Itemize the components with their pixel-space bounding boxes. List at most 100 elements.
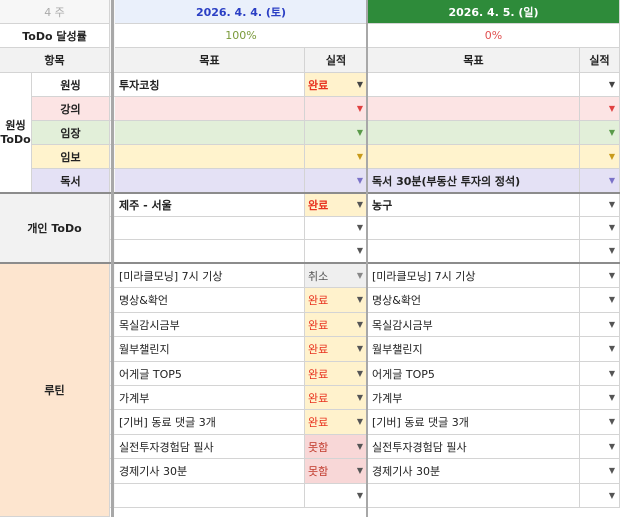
goal-cell[interactable]: 목실감시금부 bbox=[368, 313, 580, 337]
goal-cell[interactable]: 월부챌린지 bbox=[368, 337, 580, 362]
goal-cell[interactable] bbox=[115, 97, 305, 121]
dropdown-arrow-icon[interactable]: ▼ bbox=[357, 80, 363, 89]
result-dropdown[interactable]: 못함 ▼ bbox=[305, 459, 368, 484]
dropdown-arrow-icon[interactable]: ▼ bbox=[357, 393, 363, 402]
goal-cell[interactable]: 경제기사 30분 bbox=[115, 459, 305, 484]
dropdown-arrow-icon[interactable]: ▼ bbox=[609, 418, 615, 426]
result-dropdown[interactable]: 못함 ▼ bbox=[305, 435, 368, 459]
dropdown-arrow-icon[interactable]: ▼ bbox=[609, 442, 615, 451]
dropdown-arrow-icon[interactable]: ▼ bbox=[609, 296, 615, 304]
dropdown-arrow-icon[interactable]: ▼ bbox=[357, 491, 363, 500]
result-dropdown[interactable]: ▼ bbox=[305, 145, 368, 169]
result-dropdown[interactable]: ▼ bbox=[580, 240, 620, 263]
result-dropdown[interactable]: 완료 ▼ bbox=[305, 386, 368, 410]
dropdown-arrow-icon[interactable]: ▼ bbox=[609, 247, 615, 255]
goal-cell[interactable]: 제주 - 서울 bbox=[115, 194, 305, 217]
result-dropdown[interactable]: ▼ bbox=[580, 194, 620, 217]
dropdown-arrow-icon[interactable]: ▼ bbox=[609, 369, 615, 378]
result-dropdown[interactable]: ▼ bbox=[305, 240, 368, 263]
goal-cell[interactable] bbox=[368, 73, 580, 97]
result-dropdown[interactable]: 완료 ▼ bbox=[305, 288, 368, 313]
result-dropdown[interactable]: ▼ bbox=[305, 121, 368, 145]
goal-cell[interactable]: 가계부 bbox=[115, 386, 305, 410]
dropdown-arrow-icon[interactable]: ▼ bbox=[357, 201, 363, 209]
dropdown-arrow-icon[interactable]: ▼ bbox=[357, 271, 363, 280]
goal-cell[interactable]: 명상&확언 bbox=[115, 288, 305, 313]
goal-cell[interactable] bbox=[115, 169, 305, 193]
goal-cell[interactable]: 가계부 bbox=[368, 386, 580, 410]
dropdown-arrow-icon[interactable]: ▼ bbox=[609, 467, 615, 475]
goal-cell[interactable] bbox=[368, 121, 580, 145]
goal-cell[interactable] bbox=[368, 145, 580, 169]
result-dropdown[interactable]: ▼ bbox=[580, 410, 620, 435]
goal-cell[interactable]: [미라클모닝] 7시 기상 bbox=[368, 264, 580, 288]
dropdown-arrow-icon[interactable]: ▼ bbox=[357, 176, 363, 185]
dropdown-arrow-icon[interactable]: ▼ bbox=[609, 128, 615, 137]
dropdown-arrow-icon[interactable]: ▼ bbox=[609, 491, 615, 500]
goal-cell[interactable]: 목실감시금부 bbox=[115, 313, 305, 337]
goal-cell[interactable]: [기버] 동료 댓글 3개 bbox=[115, 410, 305, 435]
goal-cell[interactable]: 실전투자경험담 필사 bbox=[115, 435, 305, 459]
dropdown-arrow-icon[interactable]: ▼ bbox=[609, 176, 615, 185]
result-dropdown[interactable]: ▼ bbox=[305, 217, 368, 240]
result-dropdown[interactable]: ▼ bbox=[580, 362, 620, 386]
dropdown-arrow-icon[interactable]: ▼ bbox=[357, 467, 363, 475]
result-dropdown[interactable]: ▼ bbox=[305, 169, 368, 193]
goal-cell[interactable]: 독서 30분(부동산 투자의 정석) bbox=[368, 169, 580, 193]
result-dropdown[interactable]: ▼ bbox=[305, 97, 368, 121]
result-dropdown[interactable]: 완료 ▼ bbox=[305, 337, 368, 362]
dropdown-arrow-icon[interactable]: ▼ bbox=[357, 369, 363, 378]
goal-cell[interactable]: 투자코칭 bbox=[115, 73, 305, 97]
dropdown-arrow-icon[interactable]: ▼ bbox=[609, 271, 615, 280]
result-dropdown[interactable]: 완료 ▼ bbox=[305, 194, 368, 217]
dropdown-arrow-icon[interactable]: ▼ bbox=[609, 393, 615, 402]
dropdown-arrow-icon[interactable]: ▼ bbox=[357, 442, 363, 451]
result-dropdown[interactable]: ▼ bbox=[580, 435, 620, 459]
goal-cell[interactable]: [기버] 동료 댓글 3개 bbox=[368, 410, 580, 435]
result-dropdown[interactable]: ▼ bbox=[580, 145, 620, 169]
result-dropdown[interactable]: ▼ bbox=[580, 97, 620, 121]
result-dropdown[interactable]: ▼ bbox=[305, 484, 368, 508]
result-dropdown[interactable]: ▼ bbox=[580, 169, 620, 193]
dropdown-arrow-icon[interactable]: ▼ bbox=[357, 418, 363, 426]
goal-cell[interactable] bbox=[115, 484, 305, 508]
result-dropdown[interactable]: ▼ bbox=[580, 459, 620, 484]
result-dropdown[interactable]: ▼ bbox=[580, 313, 620, 337]
goal-cell[interactable] bbox=[368, 240, 580, 263]
goal-cell[interactable]: 농구 bbox=[368, 194, 580, 217]
goal-cell[interactable]: 월부챌린지 bbox=[115, 337, 305, 362]
goal-cell[interactable]: 어게글 TOP5 bbox=[368, 362, 580, 386]
result-dropdown[interactable]: ▼ bbox=[580, 217, 620, 240]
result-dropdown[interactable]: 완료 ▼ bbox=[305, 410, 368, 435]
result-dropdown[interactable]: 완료 ▼ bbox=[305, 362, 368, 386]
dropdown-arrow-icon[interactable]: ▼ bbox=[609, 104, 615, 113]
dropdown-arrow-icon[interactable]: ▼ bbox=[357, 296, 363, 304]
result-dropdown[interactable]: ▼ bbox=[580, 337, 620, 362]
dropdown-arrow-icon[interactable]: ▼ bbox=[357, 345, 363, 353]
result-dropdown[interactable]: ▼ bbox=[580, 121, 620, 145]
dropdown-arrow-icon[interactable]: ▼ bbox=[609, 224, 615, 232]
result-dropdown[interactable]: ▼ bbox=[580, 288, 620, 313]
result-dropdown[interactable]: 완료 ▼ bbox=[305, 73, 368, 97]
result-dropdown[interactable]: 완료 ▼ bbox=[305, 313, 368, 337]
goal-cell[interactable] bbox=[368, 217, 580, 240]
goal-cell[interactable] bbox=[115, 145, 305, 169]
dropdown-arrow-icon[interactable]: ▼ bbox=[357, 247, 363, 255]
goal-cell[interactable]: 실전투자경험담 필사 bbox=[368, 435, 580, 459]
dropdown-arrow-icon[interactable]: ▼ bbox=[609, 345, 615, 353]
goal-cell[interactable] bbox=[368, 484, 580, 508]
dropdown-arrow-icon[interactable]: ▼ bbox=[357, 320, 363, 329]
dropdown-arrow-icon[interactable]: ▼ bbox=[357, 128, 363, 137]
goal-cell[interactable]: [미라클모닝] 7시 기상 bbox=[115, 264, 305, 288]
goal-cell[interactable] bbox=[115, 121, 305, 145]
dropdown-arrow-icon[interactable]: ▼ bbox=[609, 152, 615, 161]
result-dropdown[interactable]: ▼ bbox=[580, 484, 620, 508]
goal-cell[interactable]: 어게글 TOP5 bbox=[115, 362, 305, 386]
result-dropdown[interactable]: ▼ bbox=[580, 386, 620, 410]
dropdown-arrow-icon[interactable]: ▼ bbox=[357, 152, 363, 161]
goal-cell[interactable] bbox=[115, 240, 305, 263]
goal-cell[interactable]: 경제기사 30분 bbox=[368, 459, 580, 484]
dropdown-arrow-icon[interactable]: ▼ bbox=[609, 201, 615, 209]
result-dropdown[interactable]: ▼ bbox=[580, 264, 620, 288]
dropdown-arrow-icon[interactable]: ▼ bbox=[357, 104, 363, 113]
